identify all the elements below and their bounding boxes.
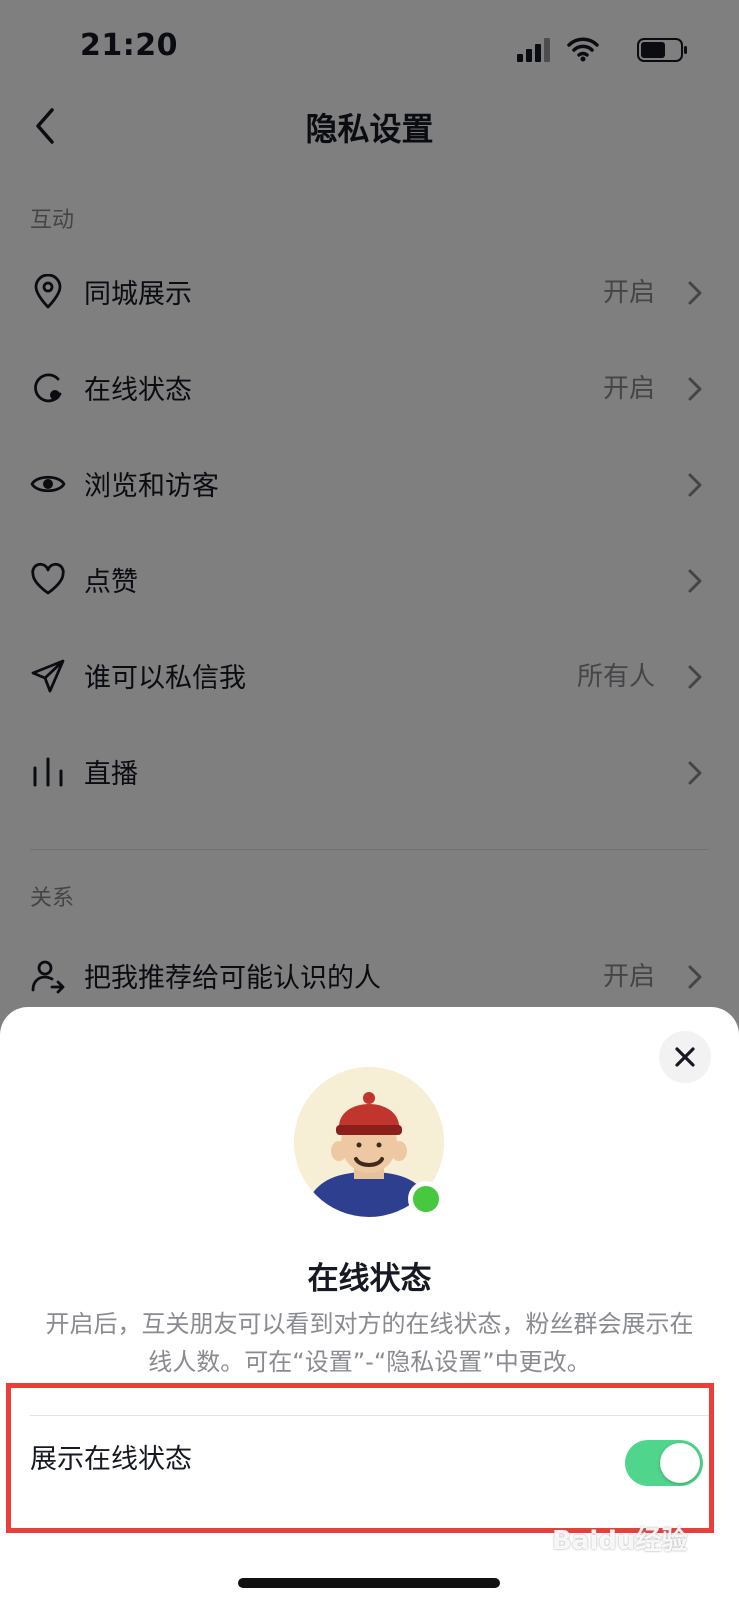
close-button[interactable]: [659, 1031, 711, 1083]
highlight-annotation-box: [6, 1383, 714, 1533]
watermark: Baidu经验: [552, 1526, 688, 1556]
home-indicator: [238, 1578, 500, 1588]
sheet-description: 开启后，互关朋友可以看到对方的在线状态，粉丝群会展示在线人数。可在“设置”-“隐…: [45, 1310, 694, 1375]
online-indicator-dot: [408, 1181, 444, 1217]
sheet-title: 在线状态: [307, 1261, 432, 1297]
close-icon: [675, 1047, 695, 1067]
